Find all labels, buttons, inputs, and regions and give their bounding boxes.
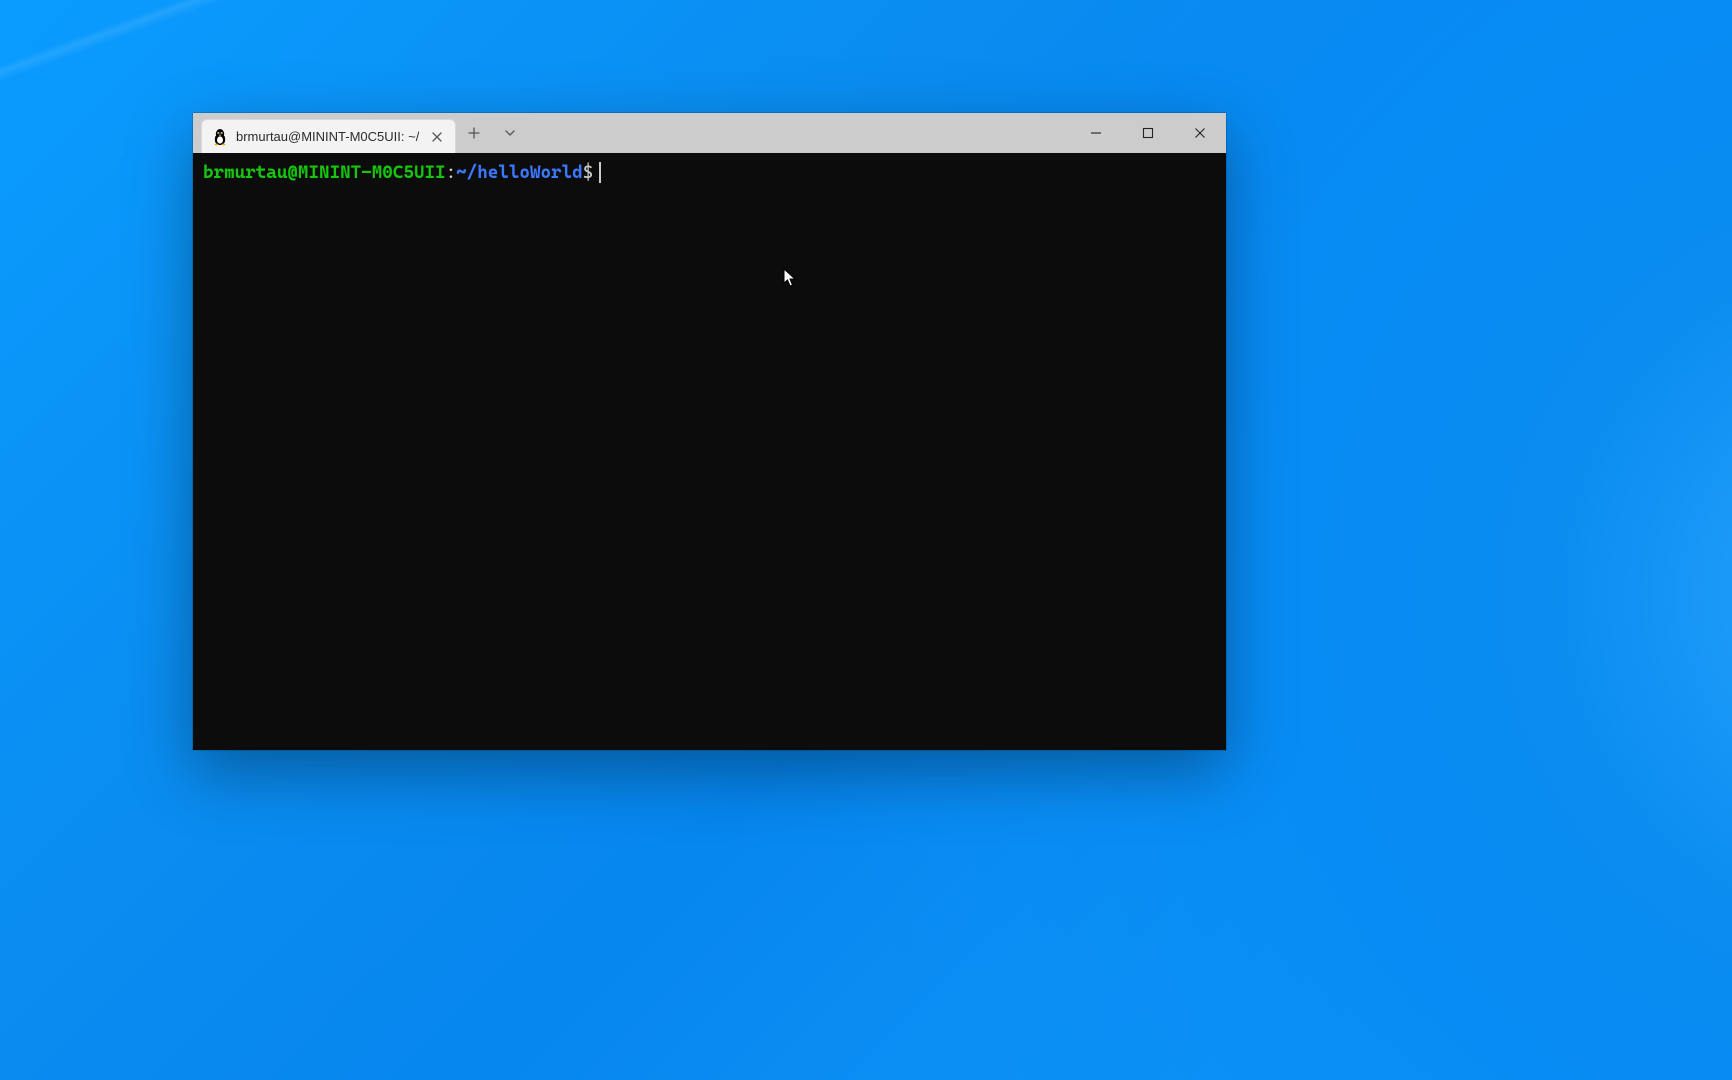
tab-strip: brmurtau@MININT-M0C5UII: ~/ [193, 113, 456, 153]
prompt-user-host: brmurtau@MININT-M0C5UII [203, 162, 446, 183]
terminal-viewport[interactable]: brmurtau@MININT-M0C5UII:~/helloWorld$ [193, 153, 1226, 750]
prompt-path: ~/helloWorld [456, 162, 583, 183]
prompt-separator: : [446, 162, 457, 183]
titlebar-drag-region[interactable] [528, 113, 1070, 153]
mouse-cursor-icon [783, 268, 797, 288]
tab-close-button[interactable] [427, 127, 447, 147]
prompt-sigil: $ [583, 162, 594, 183]
tux-icon [212, 128, 228, 146]
tab-title: brmurtau@MININT-M0C5UII: ~/ [236, 129, 419, 144]
terminal-cursor [599, 162, 601, 183]
maximize-button[interactable] [1122, 113, 1174, 153]
terminal-window: brmurtau@MININT-M0C5UII: ~/ [193, 113, 1226, 750]
titlebar[interactable]: brmurtau@MININT-M0C5UII: ~/ [193, 113, 1226, 153]
close-button[interactable] [1174, 113, 1226, 153]
prompt-line: brmurtau@MININT-M0C5UII:~/helloWorld$ [203, 161, 1216, 184]
tab-dropdown-button[interactable] [492, 113, 528, 153]
minimize-button[interactable] [1070, 113, 1122, 153]
tab-active[interactable]: brmurtau@MININT-M0C5UII: ~/ [201, 119, 456, 153]
new-tab-button[interactable] [456, 113, 492, 153]
window-controls [1070, 113, 1226, 153]
desktop-background: brmurtau@MININT-M0C5UII: ~/ [0, 0, 1732, 1080]
